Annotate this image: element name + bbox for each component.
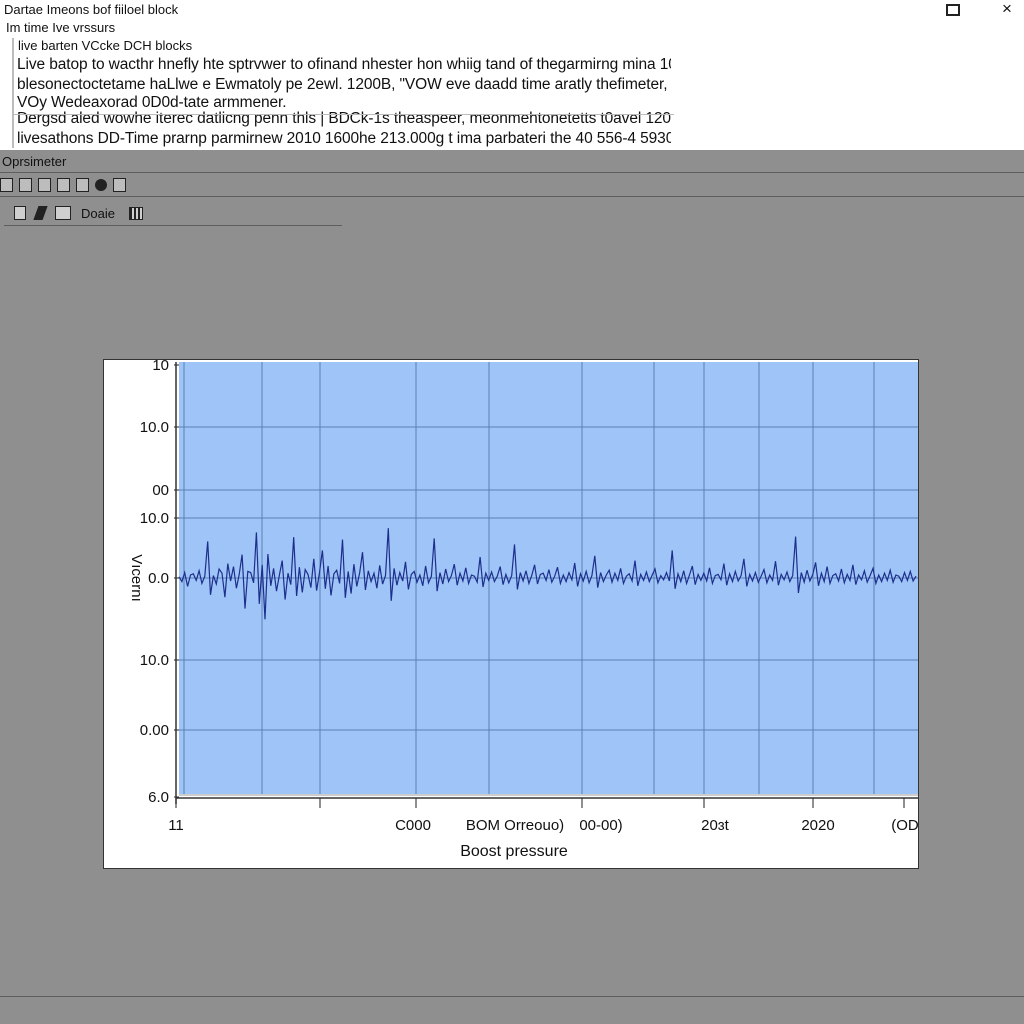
x-tick-label: BOM Orreouo) — [466, 817, 564, 834]
window-title: Dartae Imeons bof fiiloel block — [4, 2, 179, 17]
description-line: livesathons DD-Time prarnp parmirnew 201… — [17, 130, 671, 147]
y-tick-label: 10 — [152, 360, 169, 374]
waveform-chart: 10 10.0 00 10.0 0.0 10.0 0.00 6.0 11 C000 BOM Orre… — [128, 360, 919, 860]
y-axis-label: Vıcernı — [128, 554, 145, 602]
app-title: Oprsimeter — [2, 154, 67, 169]
divider — [4, 225, 342, 226]
description-line: Dergsd aled wowhe iterec datlicng penn t… — [17, 110, 671, 127]
y-tick-label: 10.0 — [140, 419, 169, 436]
grid-icon[interactable] — [57, 178, 70, 192]
y-tick-label: 0.0 — [148, 570, 169, 587]
y-tick-label: 0.00 — [140, 722, 169, 739]
description-panel: Dartae Imeons bof fiiloel block Im time … — [0, 0, 1024, 150]
x-tick-label: 11 — [168, 817, 184, 834]
lock-icon[interactable] — [76, 178, 89, 192]
pen-icon[interactable] — [33, 206, 48, 220]
page-icon[interactable] — [14, 206, 26, 220]
bag-icon[interactable] — [113, 178, 126, 192]
x-tick-label: (OD — [891, 817, 919, 834]
document-pair-icon[interactable] — [55, 206, 71, 220]
secondary-toolbar: Doaie — [14, 204, 143, 222]
description-block: live barten VCcke DCH blocks Live batop … — [12, 38, 674, 148]
divider — [0, 996, 1024, 997]
record-icon[interactable] — [95, 179, 107, 191]
y-tick-label: 6.0 — [148, 789, 169, 806]
y-tick-label: 10.0 — [140, 652, 169, 669]
description-title: live barten VCcke DCH blocks — [18, 38, 193, 53]
close-button[interactable]: × — [996, 0, 1018, 18]
divider — [0, 172, 1024, 173]
toolbar — [0, 176, 132, 194]
print-icon[interactable] — [19, 178, 32, 192]
x-tick-label: 00-00) — [579, 817, 622, 834]
divider — [0, 196, 1024, 197]
grid-view-icon[interactable] — [128, 206, 143, 220]
x-tick-label: C000 — [395, 817, 431, 834]
x-tick-label: 20ɜt — [701, 817, 730, 834]
y-tick-label: 10.0 — [140, 510, 169, 527]
x-axis-label: Boost pressure — [460, 843, 568, 860]
save-icon[interactable] — [0, 178, 13, 192]
restore-button[interactable] — [946, 4, 960, 16]
y-tick-label: 00 — [152, 482, 169, 499]
chart-panel: 10 10.0 00 10.0 0.0 10.0 0.00 6.0 11 C000 BOM Orre… — [103, 359, 919, 869]
window-subtitle: Im time Ive vrssurs — [6, 20, 116, 35]
toolbar-label[interactable]: Doaie — [81, 206, 115, 221]
x-tick-label: 2020 — [801, 817, 834, 834]
description-line: blesonectoctetame haLlwe e Ewmatoly pe 2… — [17, 76, 671, 93]
description-line: Live batop to wacthr hnefly hte sptrvwer… — [17, 56, 671, 73]
image-icon[interactable] — [38, 178, 51, 192]
